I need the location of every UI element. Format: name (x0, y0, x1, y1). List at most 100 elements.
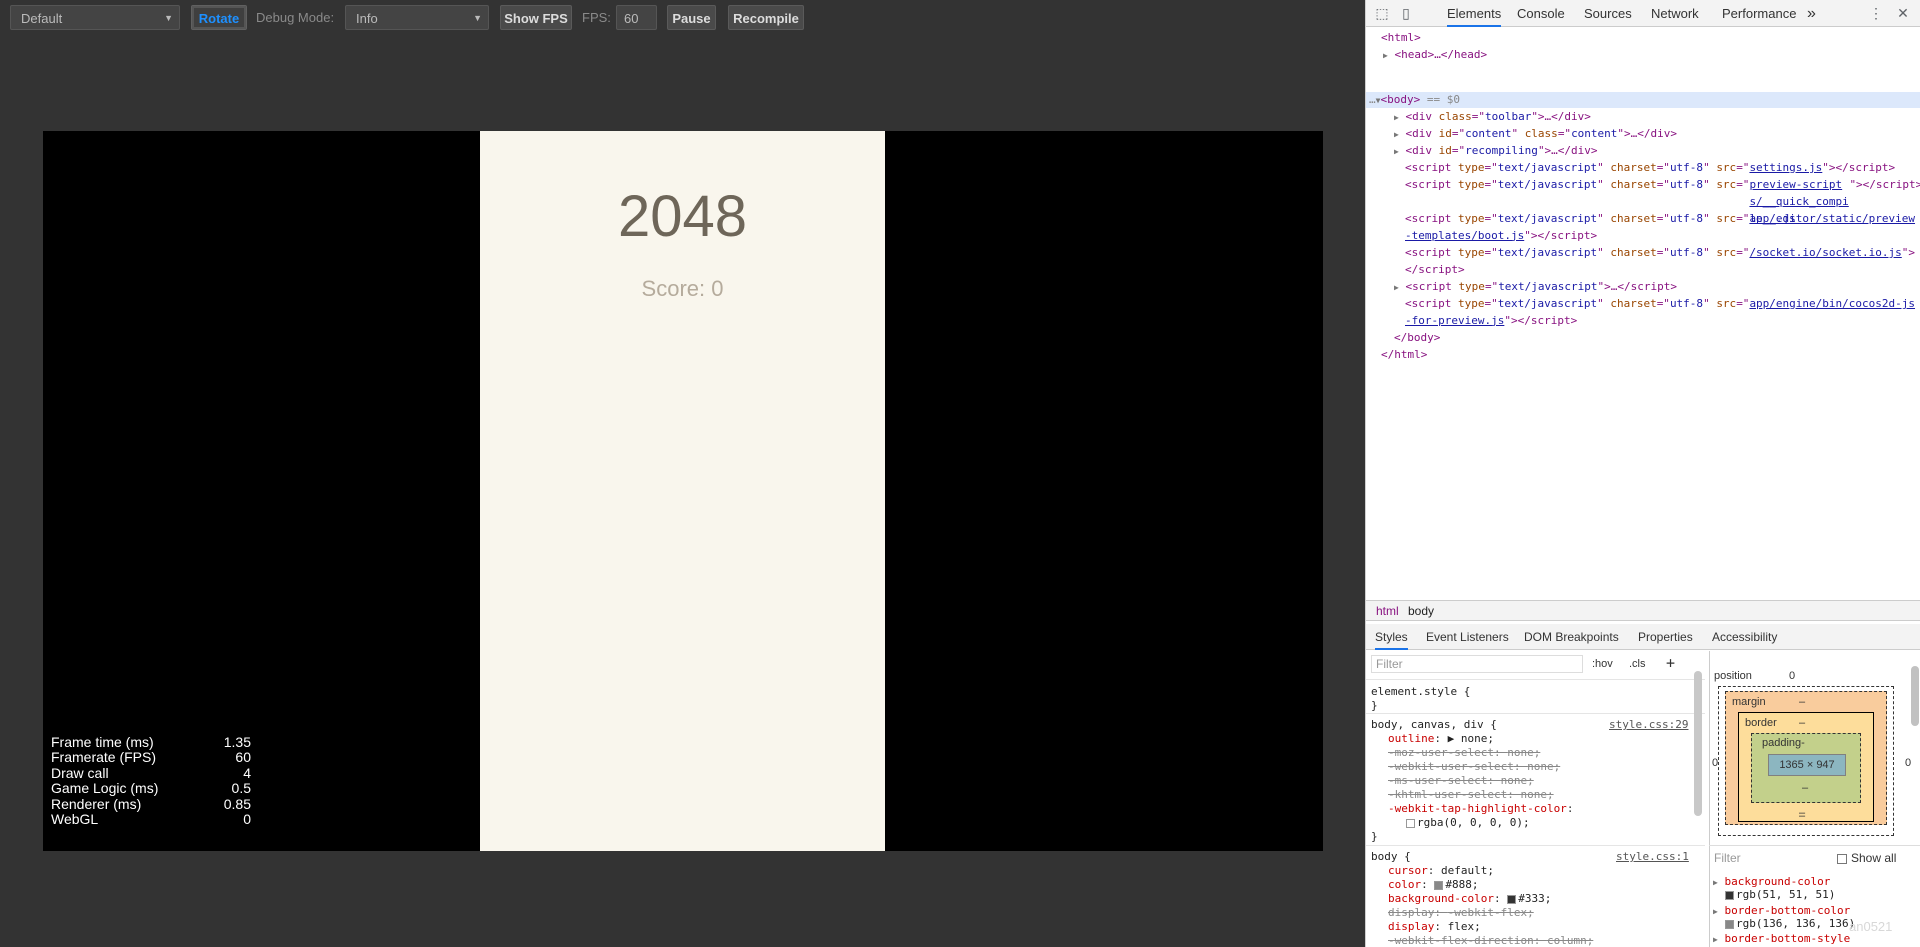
border-top-value: – (1799, 717, 1806, 729)
dom-node-head[interactable]: ▶ <head>…</head> (1383, 47, 1487, 65)
styles-pane: Filter :hov .cls + element.style { } bod… (1366, 651, 1705, 947)
tab-performance[interactable]: Performance (1722, 0, 1796, 27)
dom-node-script[interactable]: <script type="text/javascript" charset="… (1405, 160, 1895, 177)
css-property-overridden[interactable]: -khtml-user-select: none; (1388, 788, 1554, 801)
tab-accessibility[interactable]: Accessibility (1712, 624, 1777, 650)
breadcrumb-html[interactable]: html (1376, 601, 1399, 621)
device-toolbar-icon[interactable]: ▯ (1398, 5, 1414, 21)
margin-label: margin (1732, 696, 1766, 708)
dom-tag: <html> (1381, 31, 1421, 44)
margin-box: margin – border – padding- 1365 × 947 – … (1725, 691, 1887, 825)
dom-node-script[interactable]: <script type="text/javascript" charset="… (1405, 296, 1917, 330)
css-property[interactable]: -webkit-tap-highlight-color: (1388, 802, 1573, 815)
css-property-overridden[interactable]: -webkit-flex-direction: column; (1388, 934, 1593, 947)
rule-close-brace: } (1371, 830, 1378, 843)
stat-row: Draw call 4 (51, 765, 251, 781)
app-window: Default ▼ Rotate Debug Mode: Info ▼ Show… (0, 0, 1920, 947)
dom-node-script[interactable]: <script type="text/javascript" charset="… (1405, 245, 1917, 279)
dom-node-inline-script[interactable]: ▶ <script type="text/javascript">…</scri… (1394, 279, 1677, 297)
tab-styles[interactable]: Styles (1375, 624, 1408, 650)
score-label: Score: 0 (641, 276, 724, 301)
dom-node-body[interactable]: …▼<body> == $0 (1369, 92, 1460, 110)
inspect-element-icon[interactable]: ⬚ (1374, 5, 1390, 21)
debug-mode-value: Info (356, 11, 378, 26)
css-property[interactable]: background-color: #333; (1388, 892, 1551, 905)
content-box: 1365 × 947 (1768, 754, 1846, 776)
css-property[interactable]: color: #888; (1388, 878, 1479, 891)
tab-network[interactable]: Network (1651, 0, 1699, 27)
new-rule-button[interactable]: + (1666, 654, 1675, 672)
dom-node-div-toolbar[interactable]: ▶ <div class="toolbar">…</div> (1394, 109, 1591, 127)
color-swatch-icon (1725, 890, 1734, 900)
breadcrumb-body[interactable]: body (1408, 601, 1434, 621)
show-all-checkbox[interactable]: Show all (1837, 851, 1896, 865)
dom-node-div-content[interactable]: ▶ <div id="content" class="content">…</d… (1394, 126, 1677, 144)
color-swatch-icon[interactable] (1507, 894, 1517, 904)
dom-node-div-recompiling[interactable]: ▶ <div id="recompiling">…</div> (1394, 143, 1598, 161)
tab-elements[interactable]: Elements (1447, 0, 1502, 27)
dom-node-html-close[interactable]: </html> (1381, 347, 1427, 364)
device-select[interactable]: Default ▼ (10, 5, 180, 30)
css-property[interactable]: display: flex; (1388, 920, 1481, 933)
stat-row: Frame time (ms) 1.35 (51, 734, 251, 750)
fps-label: FPS: (582, 10, 611, 25)
dom-node-script[interactable]: <script type="text/javascript" charset="… (1405, 211, 1917, 245)
tab-dom-breakpoints[interactable]: DOM Breakpoints (1524, 624, 1619, 650)
color-swatch-icon[interactable] (1434, 880, 1444, 890)
css-property[interactable]: cursor: default; (1388, 864, 1494, 877)
padding-label: padding- (1762, 737, 1805, 749)
tab-sources[interactable]: Sources (1584, 0, 1632, 27)
color-swatch-icon[interactable] (1406, 818, 1415, 828)
css-property-overridden[interactable]: -ms-user-select: none; (1388, 774, 1534, 787)
dom-tree[interactable]: <html> ▶ <head>…</head> …▼<body> == $0 ▶… (1366, 28, 1920, 600)
script-src-link[interactable]: settings.js (1749, 161, 1822, 174)
kebab-menu-icon[interactable]: ⋮ (1868, 5, 1884, 21)
tab-event-listeners[interactable]: Event Listeners (1426, 624, 1509, 650)
game-canvas[interactable]: 2048 Score: 0 Frame time (ms) 1.35 Framer… (43, 131, 1323, 851)
expand-triangle-icon[interactable]: ▶ (1394, 147, 1399, 156)
script-src-link[interactable]: /socket.io/socket.io.js (1749, 246, 1901, 259)
recompile-button[interactable]: Recompile (728, 5, 804, 30)
rule-source-link[interactable]: style.css:1 (1616, 850, 1689, 863)
show-fps-button[interactable]: Show FPS (500, 5, 572, 30)
checkbox-icon[interactable] (1837, 853, 1847, 864)
fps-input[interactable]: 60 (616, 5, 657, 30)
computed-property[interactable]: ▶ background-color (1713, 875, 1830, 888)
css-property-overridden[interactable]: -webkit-user-select: none; (1388, 760, 1560, 773)
toolbar: Default ▼ Rotate Debug Mode: Info ▼ Show… (0, 0, 1365, 36)
dom-node-body-close[interactable]: </body> (1394, 330, 1440, 347)
cls-toggle[interactable]: .cls (1629, 658, 1646, 670)
rotate-button[interactable]: Rotate (191, 5, 247, 30)
css-property-overridden[interactable]: display: -webkit-flex; (1388, 906, 1534, 919)
computed-property[interactable]: ▶ border-bottom-color (1713, 904, 1850, 917)
css-property[interactable]: outline: ▶ none; (1388, 732, 1494, 745)
computed-value: rgb(136, 136, 136) (1725, 917, 1855, 930)
styles-filter-input[interactable]: Filter (1371, 655, 1583, 673)
rule-selector[interactable]: body { (1371, 850, 1411, 863)
expand-triangle-icon[interactable]: ▶ (1394, 113, 1399, 122)
tab-properties[interactable]: Properties (1638, 624, 1693, 650)
expand-triangle-icon[interactable]: ▶ (1394, 283, 1399, 292)
stat-label: Game Logic (ms) (51, 780, 159, 797)
box-model-scrollbar[interactable] (1911, 666, 1919, 726)
styles-scrollbar[interactable] (1694, 671, 1702, 816)
stat-value: 0.85 (223, 795, 251, 812)
expand-triangle-icon[interactable]: ▶ (1383, 51, 1388, 60)
rule-source-link[interactable]: style.css:29 (1609, 718, 1688, 731)
hov-toggle[interactable]: :hov (1592, 658, 1613, 670)
tab-console[interactable]: Console (1517, 0, 1565, 27)
css-property-overridden[interactable]: -moz-user-select: none; (1388, 746, 1540, 759)
computed-property[interactable]: ▶ border-bottom-style (1713, 932, 1850, 945)
rule-selector[interactable]: body, canvas, div { (1371, 718, 1497, 731)
more-tabs-button[interactable]: » (1807, 0, 1816, 27)
game-board: 2048 Score: 0 (480, 131, 885, 851)
expand-triangle-icon[interactable]: ▶ (1394, 130, 1399, 139)
css-value[interactable]: rgba(0, 0, 0, 0); (1406, 816, 1530, 829)
dom-selected-marker: == $0 (1426, 93, 1460, 106)
element-style-selector: element.style { (1371, 685, 1471, 698)
close-icon[interactable]: ✕ (1895, 5, 1911, 21)
dom-node-html[interactable]: <html> (1381, 30, 1421, 47)
pause-button[interactable]: Pause (667, 5, 716, 30)
debug-mode-select[interactable]: Info ▼ (345, 5, 489, 30)
computed-filter-input[interactable]: Filter (1714, 851, 1741, 865)
